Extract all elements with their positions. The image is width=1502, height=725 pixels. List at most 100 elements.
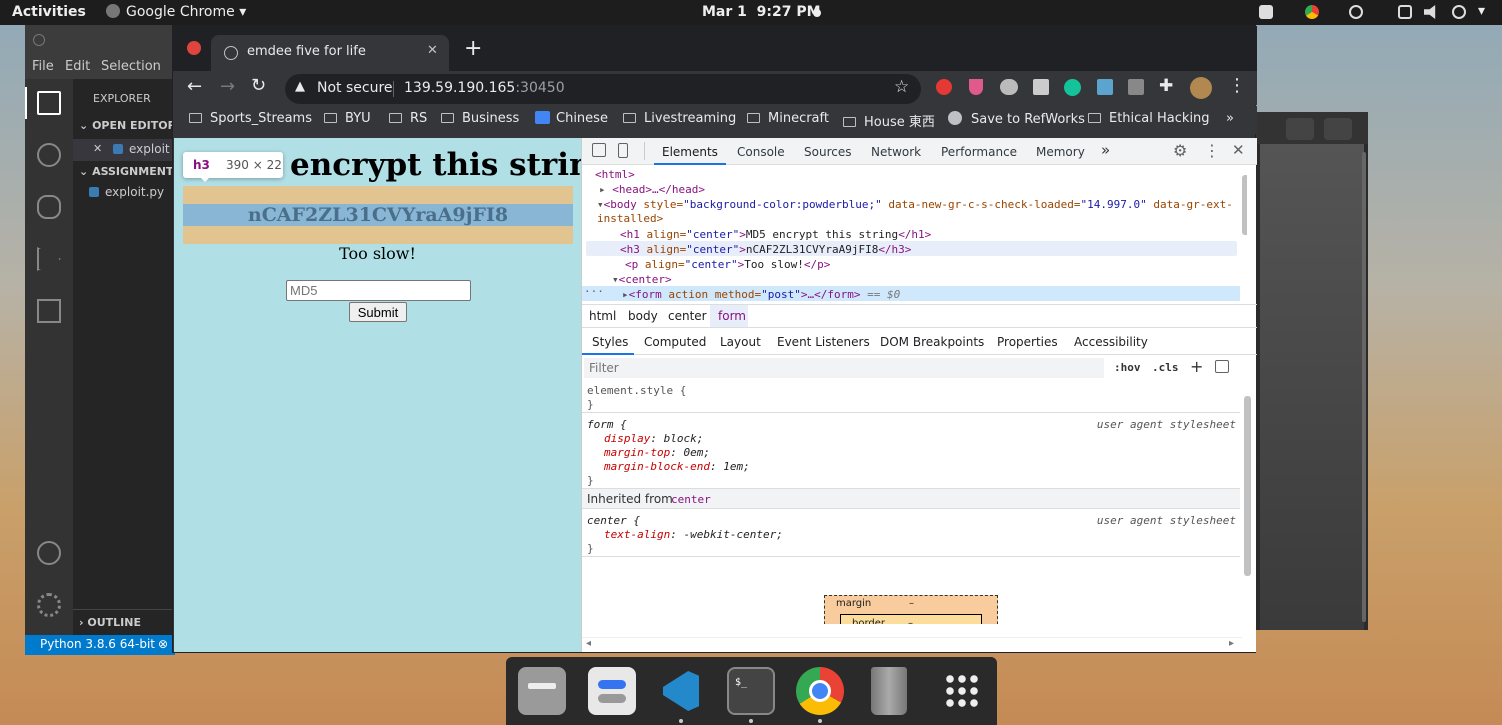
grammarly-icon[interactable] [1064,79,1081,96]
bookmark-sports-streams[interactable]: Sports_Streams [189,111,312,126]
styles-filter-input[interactable] [584,358,1104,378]
css-prop-text-align[interactable]: text-align: -webkit-center; [604,528,783,541]
back-icon[interactable]: ← [187,76,202,97]
search-icon[interactable] [1286,118,1314,140]
bookmark-chinese[interactable]: Chinese [535,111,608,126]
warning-icon[interactable]: ▲ [295,79,305,94]
ellipsis-icon[interactable]: ··· [584,285,604,298]
trash-icon[interactable] [871,667,907,715]
tb-extension-icon[interactable] [1128,79,1144,95]
scrollbar[interactable] [1362,152,1366,622]
subtab-accessibility[interactable]: Accessibility [1074,335,1148,349]
menu-file[interactable]: File [32,59,54,74]
at-icon[interactable] [1349,5,1363,19]
bookmark-minecraft[interactable]: Minecraft [747,111,829,126]
search-icon[interactable] [37,143,61,167]
dom-node-h1[interactable]: <h1 align="center">MD5 encrypt this stri… [620,228,931,241]
bookmark-refworks[interactable]: Save to RefWorks [948,111,1085,127]
run-debug-icon[interactable] [37,247,61,271]
gear-icon[interactable] [37,593,61,617]
close-icon[interactable]: ✕ [93,142,102,155]
settings-toggles-icon[interactable] [588,667,636,715]
breadcrumb-center[interactable]: center [668,309,707,323]
chrome-icon[interactable] [796,667,844,715]
form-rule-selector[interactable]: form { [587,418,627,431]
puzzle-extensions-icon[interactable]: ✚ [1159,76,1173,96]
bookmark-byu[interactable]: BYU [324,111,371,126]
subtab-computed[interactable]: Computed [644,335,706,349]
new-rule-icon[interactable]: + [1190,357,1203,376]
power-icon[interactable] [1452,5,1466,19]
breadcrumb-form[interactable]: form [718,309,746,323]
source-control-icon[interactable] [37,195,61,219]
window-control-icon[interactable] [33,34,45,46]
subtab-styles[interactable]: Styles [592,335,628,349]
horizontal-scrollbar[interactable]: ◂ ▸ [582,637,1242,651]
file-item[interactable]: exploit.py [89,185,164,199]
dom-node-form[interactable]: ▸<form action method="post">…</form> == … [622,288,900,301]
avatar[interactable] [1190,77,1212,99]
outline-section[interactable]: › OUTLINE [79,616,141,629]
shield-extension-icon[interactable] [969,79,983,95]
volume-icon[interactable] [1424,5,1436,19]
kebab-menu-icon[interactable]: ⋮ [1204,141,1220,160]
close-tab-icon[interactable]: ✕ [427,43,438,58]
tab-elements[interactable]: Elements [662,145,718,159]
css-prop-margin-top[interactable]: margin-top: 0em; [604,446,710,459]
bookmark-business[interactable]: Business [441,111,519,126]
css-prop-display[interactable]: display: block; [604,432,703,445]
bookmark-house[interactable]: House 東西 [843,111,935,130]
tab-performance[interactable]: Performance [941,145,1017,159]
bookmark-rs[interactable]: RS [389,111,427,126]
hamburger-menu-icon[interactable] [1324,118,1352,140]
close-window-icon[interactable] [187,41,201,55]
stop-hand-extension-icon[interactable] [936,79,952,95]
breadcrumb-html[interactable]: html [589,309,616,323]
close-devtools-icon[interactable]: ✕ [1232,141,1245,159]
background-window[interactable] [1256,112,1368,630]
breadcrumb-body[interactable]: body [628,309,658,323]
files-icon[interactable] [37,91,61,115]
reload-icon[interactable]: ↻ [251,75,266,96]
toggle-sidebar-icon[interactable] [1215,360,1229,373]
chrome-tray-icon[interactable] [1305,5,1319,19]
scroll-right-icon[interactable]: ▸ [1229,638,1234,649]
activities-button[interactable]: Activities [12,4,86,20]
center-rule-selector[interactable]: center { [587,514,640,527]
dom-node-center[interactable]: ▾<center> [612,273,672,286]
tab-memory[interactable]: Memory [1036,145,1085,159]
star-icon[interactable]: ☆ [894,77,909,97]
forward-icon[interactable]: → [220,76,235,97]
box-model-margin[interactable]: margin – border – [824,595,998,624]
tab-network[interactable]: Network [871,145,921,159]
vscode-icon[interactable] [657,667,705,715]
dom-node-head[interactable]: ▸ <head>…</head> [599,183,705,196]
app-menu[interactable]: Google Chrome ▾ [106,4,246,20]
kebab-menu-icon[interactable]: ⋮ [1228,75,1246,96]
inspect-element-icon[interactable] [592,143,606,157]
dom-node-body[interactable]: ▾<body style="background-color:powderblu… [597,198,1242,226]
files-icon[interactable] [518,667,566,715]
folder-section[interactable]: ⌄ ASSIGNMENT2 [79,165,175,178]
box-model-border[interactable]: border – [840,614,982,624]
hov-toggle[interactable]: :hov [1114,361,1141,374]
styles-scrollbar[interactable] [1244,396,1251,576]
gear-icon[interactable]: ⚙ [1173,141,1187,160]
owl-extension-icon[interactable] [1000,79,1018,95]
card-extension-icon[interactable] [1033,79,1049,95]
chevron-down-icon[interactable]: ▾ [1478,3,1485,19]
inherited-element-link[interactable]: center [671,493,711,506]
tab-console[interactable]: Console [737,145,785,159]
subtab-properties[interactable]: Properties [997,335,1058,349]
dom-scrollbar[interactable] [1242,175,1247,235]
more-bookmarks-icon[interactable]: » [1226,111,1234,126]
device-toolbar-icon[interactable] [618,143,628,158]
screen-icon[interactable] [1259,5,1273,19]
url-text[interactable]: 139.59.190.165:30450 [404,80,565,96]
cls-toggle[interactable]: .cls [1152,361,1179,374]
bookmark-livestreaming[interactable]: Livestreaming [623,111,736,126]
extensions-icon[interactable] [37,299,61,323]
subtab-event-listeners[interactable]: Event Listeners [777,335,870,349]
submit-button[interactable]: Submit [349,302,407,322]
browser-tab[interactable]: emdee five for life ✕ [211,35,449,71]
